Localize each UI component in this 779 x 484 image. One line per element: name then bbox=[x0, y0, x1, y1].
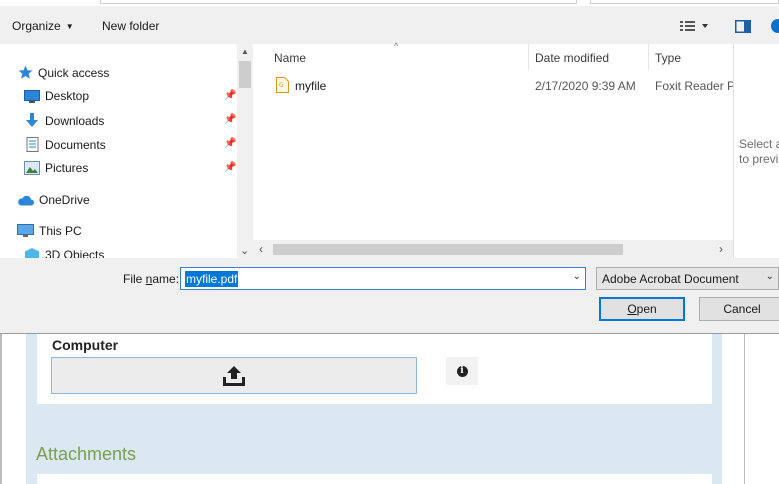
desktop-folder-icon bbox=[24, 89, 40, 103]
pin-icon: 📌 bbox=[224, 114, 237, 125]
scroll-left-arrow-icon[interactable]: ‹ bbox=[259, 242, 263, 256]
label-part: File bbox=[123, 272, 146, 286]
pdf-file-icon: G bbox=[276, 77, 289, 93]
webpage-background: Computer i Attachments bbox=[0, 332, 779, 484]
documents-icon bbox=[26, 137, 39, 152]
file-list-pane: ^ Name Date modified Type G myfile 2/17/… bbox=[253, 41, 733, 258]
computer-section-title: Computer bbox=[52, 337, 119, 353]
nav-item-documents[interactable]: Documents bbox=[24, 137, 106, 152]
chevron-down-icon: ⌄ bbox=[765, 271, 774, 282]
search-box[interactable] bbox=[590, 0, 779, 4]
file-type: Foxit Reader PDF Document bbox=[655, 79, 733, 93]
file-name: myfile bbox=[295, 79, 327, 93]
monitor-icon bbox=[17, 224, 34, 237]
cancel-button[interactable]: Cancel bbox=[699, 297, 779, 321]
file-type-select[interactable]: Adobe Acrobat Document ⌄ bbox=[596, 267, 779, 290]
column-header-type[interactable]: Type bbox=[655, 51, 681, 65]
details-view-icon bbox=[680, 21, 708, 31]
download-arrow-icon bbox=[26, 113, 38, 127]
chevron-down-icon[interactable]: ⌄ bbox=[573, 271, 581, 282]
cloud-icon bbox=[18, 195, 34, 205]
nav-label: Quick access bbox=[38, 65, 110, 80]
column-separator[interactable] bbox=[528, 44, 529, 70]
upload-from-computer-button[interactable] bbox=[51, 357, 417, 394]
help-icon bbox=[771, 19, 779, 33]
scroll-up-arrow-icon[interactable]: ▲ bbox=[241, 47, 249, 56]
nav-item-onedrive[interactable]: OneDrive bbox=[17, 193, 90, 207]
help-button[interactable] bbox=[771, 19, 779, 36]
open-label-rest: pen bbox=[636, 302, 657, 316]
file-name-value: myfile.pdf bbox=[185, 271, 239, 287]
svg-text:G: G bbox=[279, 82, 284, 89]
new-folder-button[interactable]: New folder bbox=[102, 19, 159, 33]
sort-ascending-icon: ^ bbox=[394, 41, 399, 51]
dialog-toolbar: Organize ▼ New folder bbox=[0, 6, 779, 44]
scroll-down-arrow-icon[interactable]: ⌄ bbox=[240, 244, 249, 257]
navigation-pane: Quick access Desktop 📌 Downloads 📌 Docum… bbox=[0, 44, 253, 258]
horizontal-scrollbar[interactable]: ‹ › bbox=[253, 240, 733, 258]
nav-item-desktop[interactable]: Desktop bbox=[24, 89, 89, 103]
column-header-name[interactable]: Name bbox=[274, 51, 306, 65]
nav-label: This PC bbox=[39, 224, 82, 238]
pin-icon: 📌 bbox=[224, 90, 237, 101]
nav-label: Downloads bbox=[45, 113, 105, 128]
nav-label: OneDrive bbox=[39, 193, 90, 207]
nav-label: Documents bbox=[45, 137, 106, 152]
file-type-value: Adobe Acrobat Document bbox=[602, 272, 739, 286]
view-options-button[interactable] bbox=[680, 20, 708, 35]
nav-item-quick-access[interactable]: Quick access bbox=[18, 65, 109, 80]
preview-pane-icon bbox=[735, 20, 751, 33]
file-name-input[interactable]: myfile.pdf ⌄ bbox=[180, 267, 586, 290]
preview-line-1: Select a file bbox=[739, 137, 779, 151]
nav-item-this-pc[interactable]: This PC bbox=[17, 224, 82, 238]
cube-icon bbox=[25, 248, 39, 258]
open-accelerator: O bbox=[627, 302, 637, 316]
preview-pane-button[interactable] bbox=[735, 20, 751, 36]
scroll-right-arrow-icon[interactable]: › bbox=[719, 242, 723, 256]
chevron-down-icon: ▼ bbox=[65, 22, 74, 31]
upload-icon bbox=[223, 365, 245, 386]
attachments-card bbox=[37, 474, 712, 484]
pin-icon: 📌 bbox=[224, 138, 237, 149]
organize-label: Organize bbox=[12, 19, 61, 33]
column-separator[interactable] bbox=[648, 44, 649, 70]
address-bar[interactable] bbox=[100, 0, 577, 4]
pin-icon: 📌 bbox=[224, 162, 237, 173]
nav-item-pictures[interactable]: Pictures bbox=[24, 161, 88, 175]
file-name-label: File name: bbox=[123, 272, 179, 286]
nav-scrollbar-thumb[interactable] bbox=[239, 61, 251, 88]
info-button[interactable]: i bbox=[446, 357, 478, 385]
attachments-title: Attachments bbox=[36, 444, 137, 464]
pictures-icon bbox=[24, 161, 40, 175]
file-row[interactable]: G myfile 2/17/2020 9:39 AM Foxit Reader … bbox=[253, 74, 733, 96]
preview-pane: Select a file to preview. bbox=[733, 44, 779, 258]
nav-item-3d-objects[interactable]: 3D Objects bbox=[24, 248, 104, 258]
info-icon: i bbox=[456, 365, 468, 377]
column-header-date-modified[interactable]: Date modified bbox=[535, 51, 609, 65]
page-border-right bbox=[744, 332, 745, 484]
file-date: 2/17/2020 9:39 AM bbox=[535, 79, 636, 93]
nav-item-downloads[interactable]: Downloads bbox=[24, 113, 104, 128]
horizontal-scrollbar-thumb[interactable] bbox=[273, 244, 623, 255]
open-label: Open bbox=[627, 302, 656, 316]
nav-label: Pictures bbox=[45, 161, 89, 175]
open-button[interactable]: Open bbox=[599, 297, 685, 321]
nav-label: 3D Objects bbox=[45, 248, 105, 258]
organize-button[interactable]: Organize ▼ bbox=[12, 19, 74, 33]
preview-line-2: to preview. bbox=[739, 152, 779, 166]
nav-label: Desktop bbox=[45, 89, 90, 103]
star-icon bbox=[18, 65, 33, 79]
file-open-dialog: Organize ▼ New folder Quick access Deskt… bbox=[0, 0, 779, 334]
preview-message: Select a file to preview. bbox=[739, 137, 779, 167]
label-part: ame: bbox=[152, 272, 180, 286]
page-border-left bbox=[0, 332, 2, 484]
